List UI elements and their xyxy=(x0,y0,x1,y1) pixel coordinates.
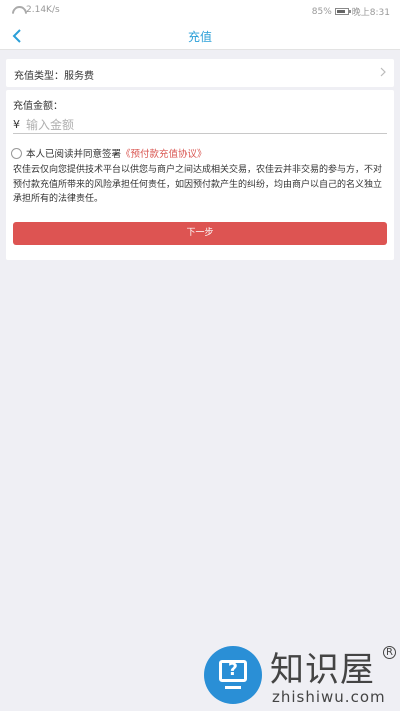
agreement-row: 本人已阅读并同意签署 《预付款充值协议》 xyxy=(11,146,207,160)
recharge-card: 充值金额： ¥ 本人已阅读并同意签署 《预付款充值协议》 农佳云仅向您提供技术平… xyxy=(6,90,394,260)
chevron-right-icon xyxy=(380,67,386,77)
wifi-icon xyxy=(12,6,23,15)
clock: 晚上8:31 xyxy=(351,8,390,18)
registered-mark-icon: R xyxy=(383,646,396,659)
currency-symbol: ¥ xyxy=(13,118,20,131)
amount-field: ¥ xyxy=(13,116,387,134)
battery-percent: 85% xyxy=(311,6,332,17)
next-button[interactable]: 下一步 xyxy=(13,222,387,245)
watermark-url: zhishiwu.com xyxy=(272,688,386,706)
status-right: 85% 晚上8:31 xyxy=(311,5,390,19)
battery-fill xyxy=(336,10,346,13)
agreement-link[interactable]: 《预付款充值协议》 xyxy=(121,146,207,160)
agreement-text: 本人已阅读并同意签署 xyxy=(26,149,122,160)
recharge-type-row[interactable]: 充值类型：服务费 xyxy=(6,59,394,87)
status-left: 2.14K/s xyxy=(12,5,60,15)
recharge-type-label-text: 充值类型： xyxy=(14,71,64,82)
nav-bar: 充值 xyxy=(0,22,400,50)
amount-input[interactable] xyxy=(26,117,366,132)
agreement-radio[interactable] xyxy=(11,147,22,159)
status-bar: 2.14K/s 85% 晚上8:31 xyxy=(0,0,400,22)
monitor-stand xyxy=(225,686,241,689)
network-speed: 2.14K/s xyxy=(26,5,60,15)
watermark-title: 知识屋 xyxy=(270,650,375,690)
question-mark-icon: ? xyxy=(228,660,238,680)
watermark-logo-icon: ? xyxy=(204,646,262,704)
recharge-type-value: 服务费 xyxy=(64,71,94,82)
watermark: ? 知识屋 R zhishiwu.com xyxy=(200,642,400,711)
amount-label: 充值金额： xyxy=(13,101,63,112)
recharge-type-label: 充值类型：服务费 xyxy=(14,67,94,82)
disclaimer-text: 农佳云仅向您提供技术平台以供您与商户之间达成相关交易，农佳云并非交易的参与方，不… xyxy=(13,165,383,204)
page-title: 充值 xyxy=(187,30,212,44)
battery-icon xyxy=(334,8,351,15)
